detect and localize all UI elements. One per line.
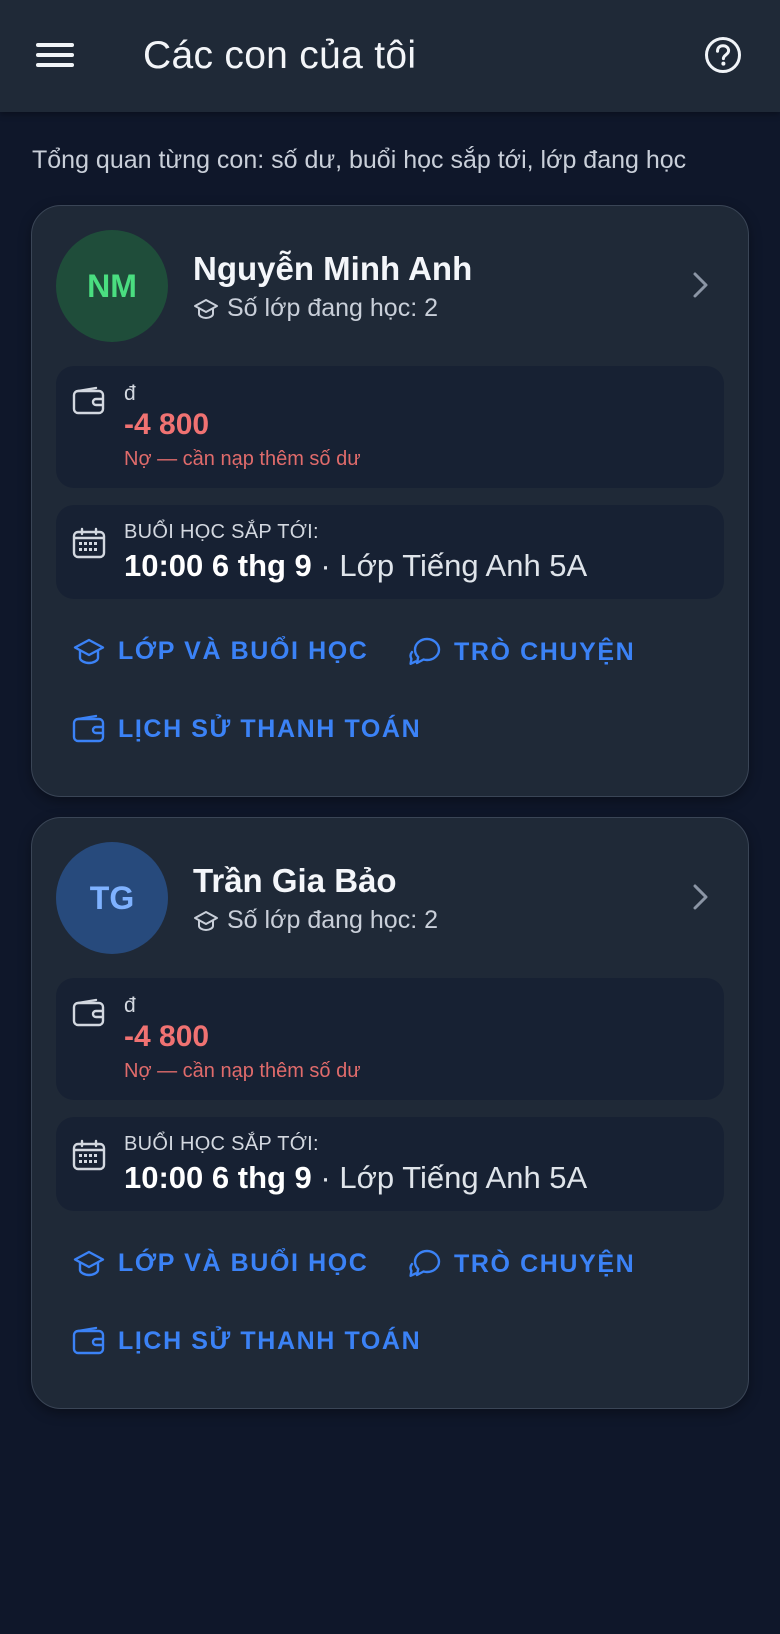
page-subtitle: Tổng quan từng con: số dư, buổi học sắp … xyxy=(32,146,687,174)
classes-and-sessions-button[interactable]: LỚP VÀ BUỔI HỌC xyxy=(72,1248,368,1278)
balance-box: đ -4 800 Nợ — cần nạp thêm số dư xyxy=(56,366,724,488)
child-card[interactable]: TG Trần Gia Bảo Số lớp đang học: 2 đ -4 … xyxy=(31,817,749,1409)
balance-value: -4 800 xyxy=(124,408,210,441)
chat-label: TRÒ CHUYỆN xyxy=(454,1249,636,1278)
balance-note: Nợ — cần nạp thêm số dư xyxy=(124,448,361,470)
upcoming-session: 10:00 6 thg 9 · Lớp Tiếng Anh 5A xyxy=(124,548,587,584)
calendar-icon xyxy=(72,527,106,559)
classes-and-sessions-label: LỚP VÀ BUỔI HỌC xyxy=(118,636,369,665)
class-count-label: Số lớp đang học: 2 xyxy=(227,294,438,322)
help-circle-icon[interactable] xyxy=(704,36,742,74)
calendar-icon xyxy=(72,1139,106,1171)
payment-history-button[interactable]: LỊCH SỬ THANH TOÁN xyxy=(72,1326,421,1356)
wallet-icon xyxy=(72,998,105,1027)
balance-note: Nợ — cần nạp thêm số dư xyxy=(124,1060,361,1082)
avatar-initials: TG xyxy=(89,879,135,916)
avatar-initials: NM xyxy=(87,267,137,304)
upcoming-time: 10:00 6 thg 9 xyxy=(124,1160,312,1195)
chevron-right-icon[interactable] xyxy=(690,270,712,300)
upcoming-label: BUỔI HỌC SẮP TỚI: xyxy=(124,1133,319,1155)
balance-currency: đ xyxy=(124,382,136,405)
chat-button[interactable]: TRÒ CHUYỆN xyxy=(408,1248,635,1280)
upcoming-class: · Lớp Tiếng Anh 5A xyxy=(311,548,588,583)
wallet-icon xyxy=(72,1326,105,1355)
upcoming-session-box: BUỔI HỌC SẮP TỚI: 10:00 6 thg 9 · Lớp Ti… xyxy=(56,505,724,599)
upcoming-session-box: BUỔI HỌC SẮP TỚI: 10:00 6 thg 9 · Lớp Ti… xyxy=(56,1117,724,1211)
wallet-icon xyxy=(72,714,105,743)
wallet-icon xyxy=(72,386,105,415)
upcoming-label: BUỔI HỌC SẮP TỚI: xyxy=(124,521,319,543)
child-name: Trần Gia Bảo xyxy=(193,862,397,899)
chat-label: TRÒ CHUYỆN xyxy=(454,637,636,666)
upcoming-time: 10:00 6 thg 9 xyxy=(124,548,312,583)
classes-and-sessions-button[interactable]: LỚP VÀ BUỔI HỌC xyxy=(72,636,368,666)
upcoming-session: 10:00 6 thg 9 · Lớp Tiếng Anh 5A xyxy=(124,1160,587,1196)
hamburger-menu-icon[interactable] xyxy=(36,40,74,70)
class-count-label: Số lớp đang học: 2 xyxy=(227,906,438,934)
child-name: Nguyễn Minh Anh xyxy=(193,250,473,287)
upcoming-class: · Lớp Tiếng Anh 5A xyxy=(311,1160,588,1195)
chat-bubble-icon xyxy=(409,637,441,665)
classes-and-sessions-label: LỚP VÀ BUỔI HỌC xyxy=(118,1248,369,1277)
graduation-cap-icon xyxy=(73,1250,105,1277)
class-count: Số lớp đang học: 2 xyxy=(193,906,438,935)
payment-history-label: LỊCH SỬ THANH TOÁN xyxy=(118,1326,422,1355)
avatar: NM xyxy=(56,230,168,342)
payment-history-button[interactable]: LỊCH SỬ THANH TOÁN xyxy=(72,714,421,744)
payment-history-label: LỊCH SỬ THANH TOÁN xyxy=(118,714,422,743)
chat-button[interactable]: TRÒ CHUYỆN xyxy=(408,636,635,668)
class-count: Số lớp đang học: 2 xyxy=(193,294,438,323)
balance-currency: đ xyxy=(124,994,136,1017)
app-bar: Các con của tôi xyxy=(0,0,780,112)
chat-bubble-icon xyxy=(409,1249,441,1277)
balance-value: -4 800 xyxy=(124,1020,210,1053)
balance-box: đ -4 800 Nợ — cần nạp thêm số dư xyxy=(56,978,724,1100)
child-card[interactable]: NM Nguyễn Minh Anh Số lớp đang học: 2 đ … xyxy=(31,205,749,797)
page-title: Các con của tôi xyxy=(143,34,417,77)
graduation-cap-icon xyxy=(194,910,218,931)
avatar: TG xyxy=(56,842,168,954)
graduation-cap-icon xyxy=(194,298,218,319)
graduation-cap-icon xyxy=(73,638,105,665)
chevron-right-icon[interactable] xyxy=(690,882,712,912)
